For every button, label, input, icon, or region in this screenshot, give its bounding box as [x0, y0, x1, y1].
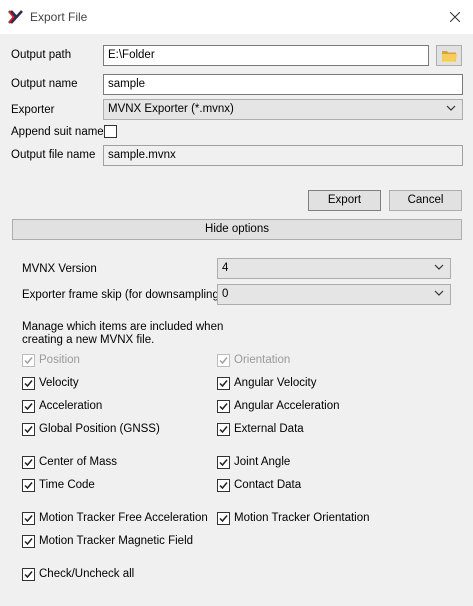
checkmark-icon: [219, 426, 228, 434]
checkmark-icon: [24, 571, 33, 579]
tracker-free-accel-label: Motion Tracker Free Acceleration: [39, 512, 208, 524]
mvnx-version-select[interactable]: 4: [217, 258, 451, 279]
contact-data-checkbox[interactable]: [217, 479, 230, 492]
output-name-label: Output name: [11, 78, 78, 90]
tracker-orientation-label: Motion Tracker Orientation: [234, 512, 370, 524]
time-code-label: Time Code: [39, 479, 95, 491]
output-name-input[interactable]: sample: [103, 74, 463, 95]
center-of-mass-checkbox[interactable]: [22, 456, 35, 469]
checkmark-icon: [24, 403, 33, 411]
mvnx-version-value: 4: [222, 262, 229, 274]
folder-icon: [442, 51, 457, 62]
output-file-field: sample.mvnx: [103, 145, 463, 166]
check-all-label: Check/Uncheck all: [39, 568, 135, 580]
checkmark-icon: [219, 459, 228, 467]
close-icon: [450, 12, 460, 22]
global-position-checkbox[interactable]: [22, 423, 35, 436]
angular-acceleration-label: Angular Acceleration: [234, 400, 340, 412]
external-data-label: External Data: [234, 423, 304, 435]
center-of-mass-label: Center of Mass: [39, 456, 117, 468]
checkmark-icon: [24, 357, 33, 365]
checkmark-icon: [24, 426, 33, 434]
append-suit-label: Append suit name: [11, 126, 104, 138]
checkmark-icon: [24, 538, 33, 546]
tracker-magnetic-checkbox[interactable]: [22, 535, 35, 548]
chevron-down-icon: [434, 290, 444, 296]
chevron-down-icon: [434, 264, 444, 270]
velocity-checkbox[interactable]: [22, 377, 35, 390]
browse-folder-button[interactable]: [436, 45, 462, 66]
frame-skip-select[interactable]: 0: [217, 284, 451, 305]
checkmark-icon: [219, 380, 228, 388]
checkmark-icon: [219, 357, 228, 365]
note-line-2: creating a new MVNX file.: [22, 334, 155, 346]
joint-angle-checkbox[interactable]: [217, 456, 230, 469]
tracker-magnetic-label: Motion Tracker Magnetic Field: [39, 535, 194, 547]
output-path-label: Output path: [11, 49, 72, 61]
checkmark-icon: [24, 482, 33, 490]
output-file-label: Output file name: [11, 149, 96, 161]
checkmark-icon: [219, 515, 228, 523]
position-label: Position: [39, 354, 80, 366]
angular-velocity-label: Angular Velocity: [234, 377, 317, 389]
title-bar: Export File: [0, 0, 473, 34]
frame-skip-label: Exporter frame skip (for downsampling): [22, 289, 223, 301]
checkmark-icon: [24, 515, 33, 523]
angular-acceleration-checkbox[interactable]: [217, 400, 230, 413]
checkmark-icon: [219, 403, 228, 411]
tracker-free-accel-checkbox[interactable]: [22, 512, 35, 525]
checkmark-icon: [24, 380, 33, 388]
cancel-button[interactable]: Cancel: [389, 190, 462, 211]
global-position-label: Global Position (GNSS): [39, 423, 160, 435]
mvnx-version-label: MVNX Version: [22, 263, 97, 275]
exporter-select[interactable]: MVNX Exporter (*.mvnx): [103, 99, 463, 120]
export-button[interactable]: Export: [308, 190, 381, 211]
append-suit-checkbox[interactable]: [104, 125, 117, 138]
contact-data-label: Contact Data: [234, 479, 302, 491]
chevron-down-icon: [446, 105, 456, 111]
orientation-label: Orientation: [234, 354, 291, 366]
xsens-x-icon: [8, 10, 23, 24]
external-data-checkbox[interactable]: [217, 423, 230, 436]
acceleration-checkbox[interactable]: [22, 400, 35, 413]
window-title: Export File: [30, 10, 88, 24]
hide-options-button[interactable]: Hide options: [12, 219, 462, 240]
angular-velocity-checkbox[interactable]: [217, 377, 230, 390]
close-button[interactable]: [437, 0, 473, 34]
acceleration-label: Acceleration: [39, 400, 103, 412]
output-path-input[interactable]: E:\Folder: [103, 45, 429, 66]
frame-skip-value: 0: [222, 288, 229, 300]
joint-angle-label: Joint Angle: [234, 456, 291, 468]
tracker-orientation-checkbox[interactable]: [217, 512, 230, 525]
checkmark-icon: [219, 482, 228, 490]
time-code-checkbox[interactable]: [22, 479, 35, 492]
exporter-label: Exporter: [11, 104, 55, 116]
position-checkbox: [22, 354, 35, 367]
checkmark-icon: [24, 459, 33, 467]
velocity-label: Velocity: [39, 377, 79, 389]
note-line-1: Manage which items are included when: [22, 321, 224, 333]
exporter-select-value: MVNX Exporter (*.mvnx): [108, 103, 234, 115]
mvnx-items-note: Manage which items are included when cre…: [22, 321, 242, 347]
check-all-checkbox[interactable]: [22, 568, 35, 581]
orientation-checkbox: [217, 354, 230, 367]
